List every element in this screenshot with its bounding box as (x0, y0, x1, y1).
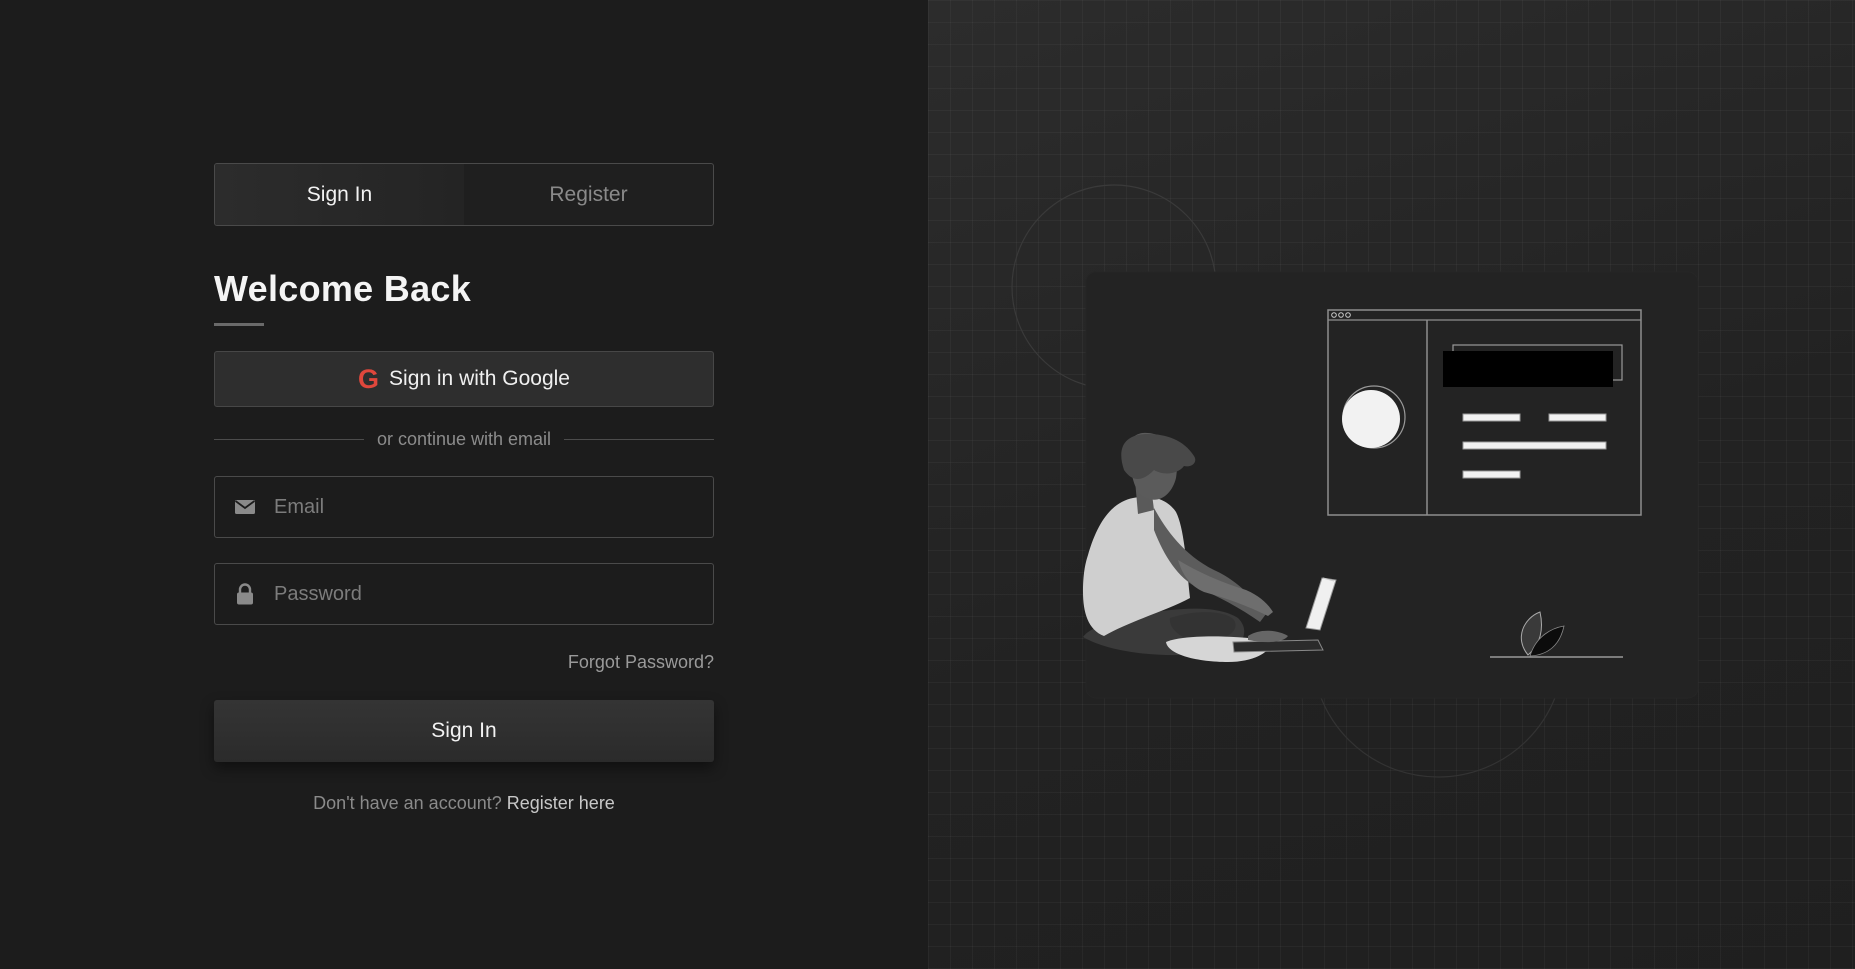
divider-line-right (564, 438, 714, 440)
or-divider: or continue with email (214, 427, 714, 451)
illustration-panel (928, 0, 1855, 969)
email-input[interactable] (274, 495, 674, 519)
lock-icon (233, 582, 257, 606)
google-icon: G (358, 363, 380, 394)
password-field-wrapper (214, 563, 714, 625)
tab-sign-in[interactable]: Sign In (215, 164, 464, 225)
person-laptop-illustration (1011, 184, 1699, 778)
email-field-wrapper (214, 476, 714, 538)
divider-line-left (214, 438, 364, 440)
auth-tabs: Sign In Register (214, 163, 714, 226)
tab-register[interactable]: Register (464, 164, 713, 225)
login-panel: Sign In Register Welcome Back G Sign in … (0, 0, 928, 969)
register-here-link[interactable]: Register here (507, 793, 615, 813)
login-form: Sign In Register Welcome Back G Sign in … (214, 163, 714, 814)
google-button-label: Sign in with Google (389, 367, 570, 390)
google-sign-in-button[interactable]: G Sign in with Google (214, 351, 714, 407)
envelope-icon (233, 495, 257, 519)
sign-in-button[interactable]: Sign In (214, 700, 714, 762)
register-prompt: Don't have an account? Register here (214, 793, 714, 814)
page-title: Welcome Back (214, 268, 472, 309)
register-prompt-text: Don't have an account? (313, 793, 502, 813)
divider-text: or continue with email (376, 428, 552, 449)
forgot-password-link[interactable]: Forgot Password? (214, 652, 714, 676)
title-underline (214, 323, 264, 326)
password-input[interactable] (274, 582, 674, 606)
